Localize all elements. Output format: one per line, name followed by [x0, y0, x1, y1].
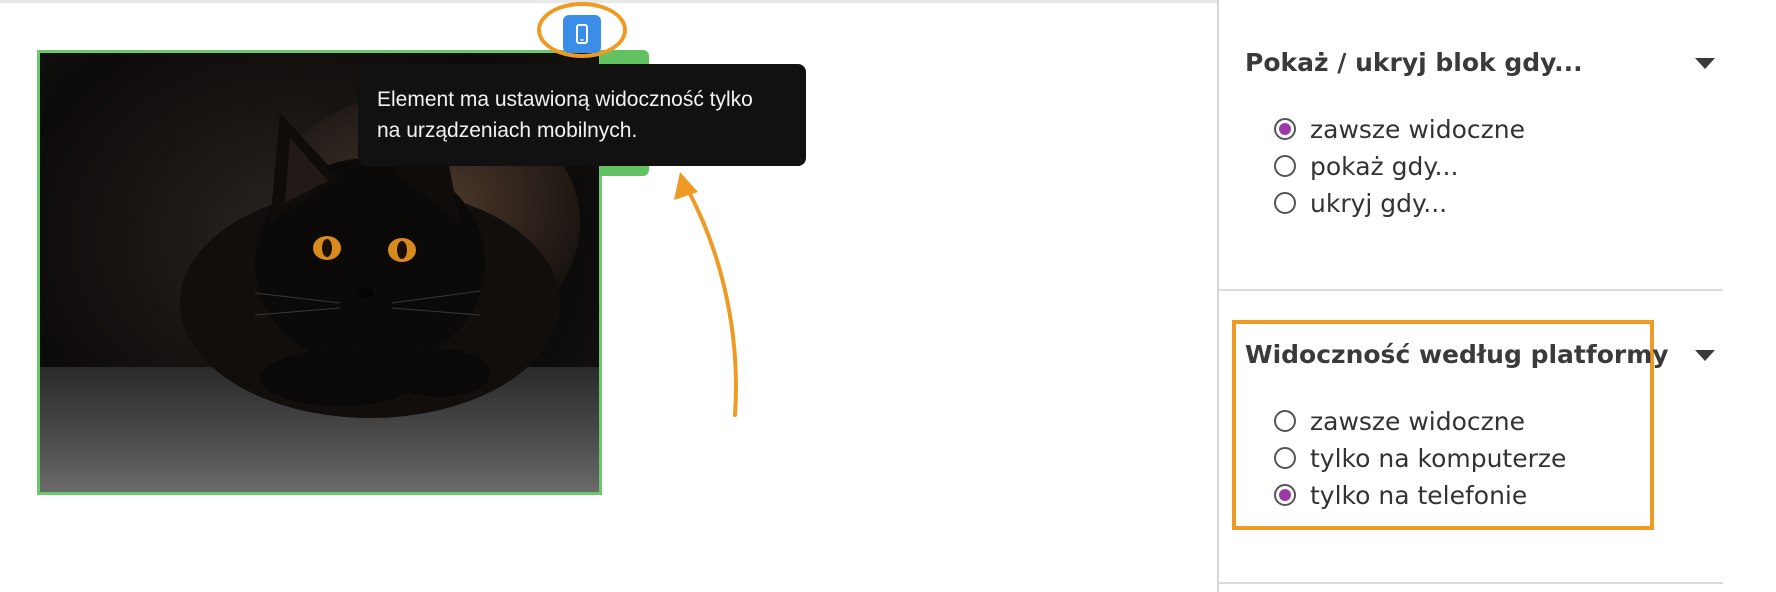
chevron-down-icon[interactable] [1695, 58, 1715, 69]
radio-label: ukryj gdy... [1310, 188, 1448, 218]
mobile-visibility-badge[interactable] [563, 15, 601, 53]
section-divider [1219, 289, 1723, 291]
tooltip-line-1: Element ma ustawioną widoczność tylko [377, 88, 753, 111]
radio-label: tylko na telefonie [1310, 480, 1528, 510]
section-title-show-hide: Pokaż / ukryj blok gdy... [1245, 48, 1583, 77]
section-title-platform-visibility: Widoczność według platformy [1245, 340, 1669, 369]
tooltip-line-2: na urządzeniach mobilnych. [377, 119, 638, 142]
radio-button[interactable] [1274, 155, 1296, 177]
radio-option-show-when[interactable]: pokaż gdy... [1274, 150, 1458, 182]
radio-button[interactable] [1274, 484, 1296, 506]
editor-page: Element ma ustawioną widoczność tylko na… [0, 0, 1776, 592]
radio-button[interactable] [1274, 118, 1296, 140]
radio-option-phone-only[interactable]: tylko na telefonie [1274, 479, 1527, 511]
visibility-tooltip: Element ma ustawioną widoczność tylko na… [358, 64, 806, 166]
radio-option-hide-when[interactable]: ukryj gdy... [1274, 187, 1447, 219]
section-divider [1219, 582, 1723, 584]
radio-label: tylko na komputerze [1310, 443, 1567, 473]
radio-label: pokaż gdy... [1310, 151, 1459, 181]
radio-option-desktop-only[interactable]: tylko na komputerze [1274, 442, 1566, 474]
radio-button[interactable] [1274, 192, 1296, 214]
chevron-down-icon[interactable] [1695, 350, 1715, 361]
radio-label: zawsze widoczne [1310, 406, 1526, 436]
radio-label: zawsze widoczne [1310, 114, 1526, 144]
radio-option-always-visible-2[interactable]: zawsze widoczne [1274, 405, 1525, 437]
mobile-phone-icon [576, 24, 588, 44]
radio-option-always-visible-1[interactable]: zawsze widoczne [1274, 113, 1525, 145]
annotation-arrow [674, 172, 738, 417]
radio-button[interactable] [1274, 447, 1296, 469]
radio-button[interactable] [1274, 410, 1296, 432]
top-border [0, 0, 1218, 3]
settings-sidebar: Pokaż / ukryj blok gdy... zawsze widoczn… [1217, 0, 1776, 592]
